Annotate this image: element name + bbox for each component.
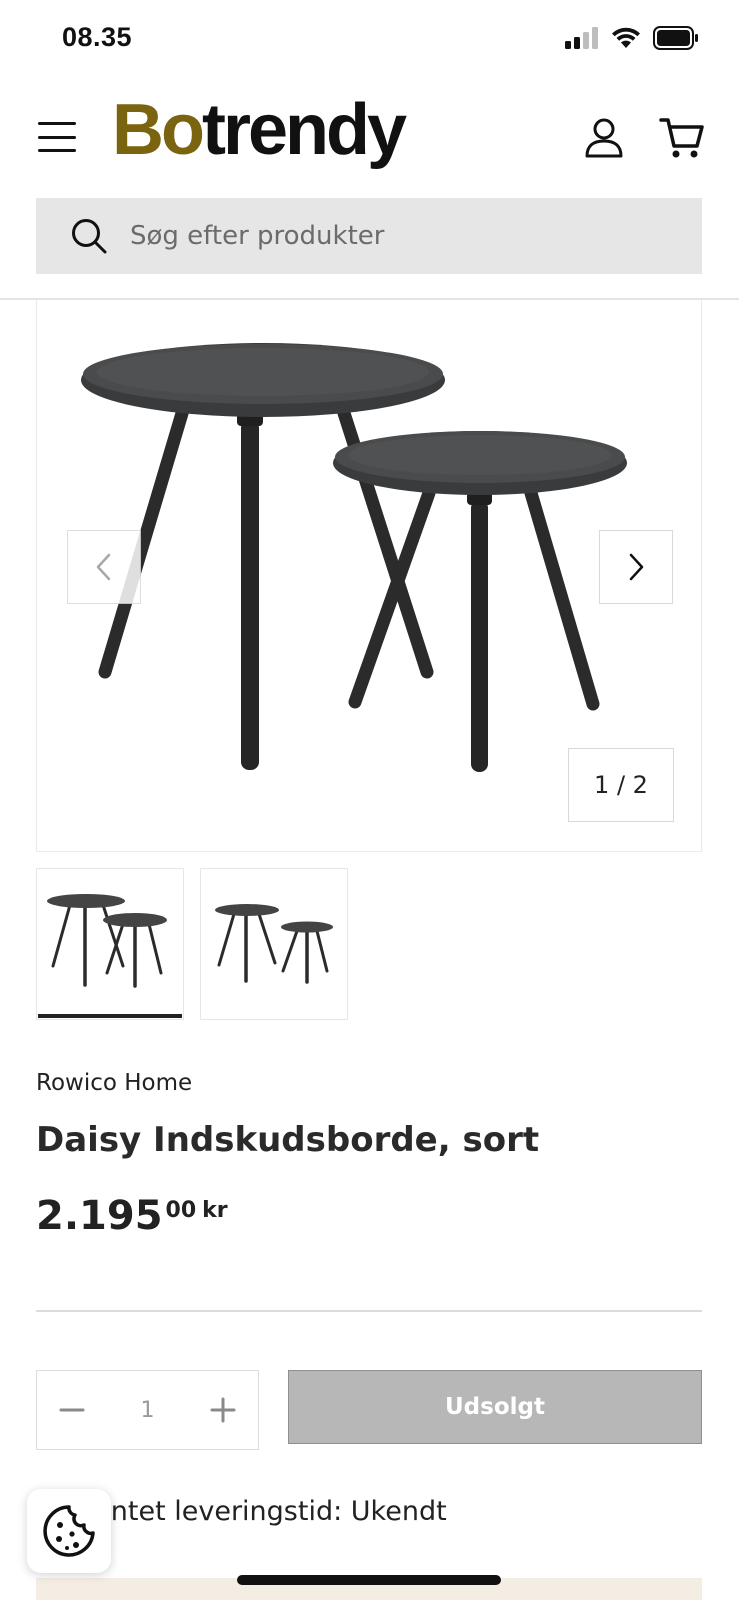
search-bar[interactable]: [36, 198, 702, 274]
status-icons: [565, 26, 699, 50]
logo-part-2: trendy: [201, 90, 407, 170]
product-title: Daisy Indskudsborde, sort: [36, 1120, 540, 1160]
thumbnail-image: [47, 894, 167, 988]
thumbnail-list: [36, 868, 348, 1020]
search-input[interactable]: [130, 221, 670, 251]
price-currency: kr: [202, 1198, 228, 1223]
cookie-icon: [43, 1505, 95, 1557]
chevron-left-icon: [96, 553, 111, 581]
thumbnail-1[interactable]: [36, 868, 184, 1020]
logo-part-1: Bo: [112, 90, 205, 170]
sold-out-button[interactable]: Udsolgt: [288, 1370, 702, 1444]
thumbnail-2[interactable]: [200, 868, 348, 1020]
quantity-input[interactable]: [107, 1397, 188, 1423]
product-gallery: 1 / 2: [36, 300, 702, 852]
menu-button[interactable]: [36, 118, 78, 156]
gallery-counter: 1 / 2: [568, 748, 674, 822]
divider: [36, 1310, 702, 1312]
cart-icon: [659, 118, 704, 158]
account-button[interactable]: [580, 114, 628, 162]
quantity-decrease-button[interactable]: [37, 1371, 107, 1449]
user-icon: [585, 118, 623, 158]
hamburger-menu-icon: [38, 122, 76, 125]
gallery-next-button[interactable]: [599, 530, 673, 604]
wifi-icon: [612, 27, 640, 48]
logo[interactable]: Botrendy: [112, 94, 407, 166]
price-cents: 00: [165, 1198, 197, 1223]
price-main: 2.195: [36, 1193, 163, 1239]
status-bar: 08.35: [0, 0, 739, 80]
chevron-right-icon: [629, 553, 644, 581]
gallery-prev-button[interactable]: [67, 530, 141, 604]
product-price: 2.195 00 kr: [36, 1196, 228, 1236]
home-indicator: [237, 1575, 501, 1585]
minus-icon: [59, 1408, 85, 1412]
cookie-settings-button[interactable]: [27, 1489, 111, 1573]
battery-icon: [653, 26, 698, 50]
search-icon: [72, 219, 107, 254]
site-header: Botrendy: [0, 80, 739, 300]
signal-icon: [565, 27, 598, 49]
thumbnail-image: [215, 904, 333, 984]
plus-icon: [210, 1397, 236, 1423]
quantity-stepper: [36, 1370, 259, 1450]
product-vendor[interactable]: Rowico Home: [36, 1070, 192, 1096]
quantity-increase-button[interactable]: [188, 1371, 258, 1449]
cart-button[interactable]: [658, 114, 706, 162]
status-time: 08.35: [62, 22, 133, 52]
